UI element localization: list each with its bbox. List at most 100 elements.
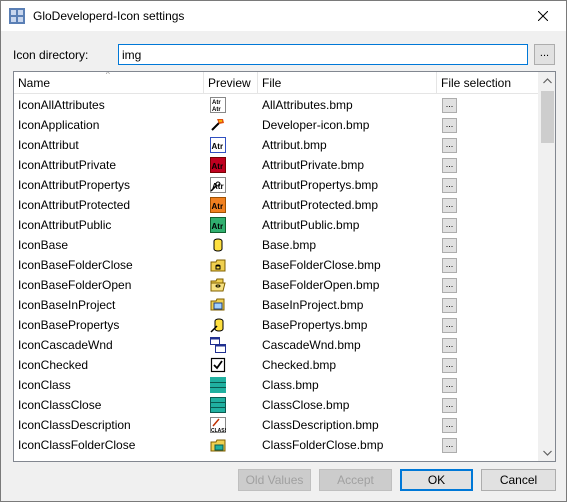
old-values-button[interactable]: Old Values [238,469,311,491]
browse-directory-button[interactable]: ... [534,44,555,65]
select-file-button[interactable]: ... [442,398,457,413]
row-file: BaseFolderOpen.bmp [262,278,380,292]
row-file-selection: ... [437,435,537,455]
row-name: IconAttribut [18,138,79,152]
table-row[interactable]: IconBasePropertys BasePropertys.bmp... [14,315,538,335]
row-file: AttributPropertys.bmp [262,178,379,192]
row-file-selection: ... [437,155,537,175]
table-row[interactable]: IconAttributPublic Atr AttributPublic.bmp.… [14,215,538,235]
table-row[interactable]: IconBaseFolderClose BaseFolderClose.bmp..… [14,255,538,275]
chevron-up-icon [543,77,552,83]
row-file: AttributPrivate.bmp [262,158,365,172]
row-file: BasePropertys.bmp [262,318,368,332]
row-name: IconAttributPublic [18,218,112,232]
base-properties-icon [210,317,226,333]
row-name: IconChecked [18,358,89,372]
select-file-button[interactable]: ... [442,138,457,153]
row-preview [204,395,258,415]
select-file-button[interactable]: ... [442,218,457,233]
table-row[interactable]: IconBase Base.bmp... [14,235,538,255]
row-name: IconCascadeWnd [18,338,113,352]
table-row[interactable]: IconCascadeWnd CascadeWnd.bmp... [14,335,538,355]
cancel-button[interactable]: Cancel [481,469,556,491]
row-file-selection: ... [437,295,537,315]
select-file-button[interactable]: ... [442,118,457,133]
table-row[interactable]: IconAttributProtected Atr AttributProtecte… [14,195,538,215]
column-header-file[interactable]: File [258,72,437,94]
scroll-up-button[interactable] [539,72,555,89]
select-file-button[interactable]: ... [442,318,457,333]
row-name: IconClass [18,378,71,392]
column-header-file-selection[interactable]: File selection [437,72,538,94]
table-row[interactable]: IconClassClose ClassClose.bmp... [14,395,538,415]
attribute-properties-icon: Atr [210,177,226,193]
select-file-button[interactable]: ... [442,178,457,193]
column-header-preview[interactable]: Preview [204,72,258,94]
row-file: Base.bmp [262,238,317,252]
row-name: IconBaseFolderOpen [18,278,132,292]
select-file-button[interactable]: ... [442,338,457,353]
icon-settings-dialog: GloDeveloperd-Icon settings Icon directo… [0,0,567,502]
row-file-selection: ... [437,235,537,255]
attribute-public-icon: Atr [210,217,226,233]
row-file: Checked.bmp [262,358,337,372]
select-file-button[interactable]: ... [442,378,457,393]
select-file-button[interactable]: ... [442,278,457,293]
row-name: IconClassDescription [18,418,131,432]
select-file-button[interactable]: ... [442,238,457,253]
table-row[interactable]: IconAttributPrivate Atr AttributPrivate.bm… [14,155,538,175]
select-file-button[interactable]: ... [442,358,457,373]
row-preview [204,235,258,255]
table-row[interactable]: IconClassFolderClose ClassFolderClose.bmp… [14,435,538,455]
svg-text:CLASS: CLASS [211,428,226,433]
table-row[interactable]: IconBaseInProject BaseInProject.bmp... [14,295,538,315]
row-preview [204,435,258,455]
table-row[interactable]: IconClassDescription CLASS ClassDescriptio… [14,415,538,435]
select-file-button[interactable]: ... [442,198,457,213]
close-button[interactable] [520,1,566,31]
scroll-thumb[interactable] [541,91,554,143]
table-row[interactable]: IconAttribut Atr Attribut.bmp... [14,135,538,155]
svg-text:Atr: Atr [212,202,224,211]
row-file-selection: ... [437,315,537,335]
ok-button[interactable]: OK [400,469,473,491]
select-file-button[interactable]: ... [442,258,457,273]
grid-header: Name ^ Preview File File selection [14,72,538,94]
sort-ascending-icon: ^ [106,71,110,79]
vertical-scrollbar[interactable] [538,72,555,461]
select-file-button[interactable]: ... [442,98,457,113]
row-name: IconAllAttributes [18,98,105,112]
row-file: BaseFolderClose.bmp [262,258,381,272]
row-preview [204,275,258,295]
table-row[interactable]: IconBaseFolderOpen BaseFolderOpen.bmp... [14,275,538,295]
accept-button[interactable]: Accept [319,469,392,491]
row-file-selection: ... [437,135,537,155]
row-file-selection: ... [437,355,537,375]
icon-directory-input[interactable] [118,44,528,65]
select-file-button[interactable]: ... [442,438,457,453]
window-title: GloDeveloperd-Icon settings [33,9,185,23]
row-file: ClassClose.bmp [262,398,350,412]
row-name: IconBaseInProject [18,298,116,312]
row-preview: CLASS [204,415,258,435]
base-icon [210,237,226,253]
row-file-selection: ... [437,195,537,215]
svg-text:Atr: Atr [212,107,221,113]
select-file-button[interactable]: ... [442,418,457,433]
column-header-name[interactable]: Name ^ [14,72,204,94]
table-row[interactable]: IconAllAttributes Atr Atr AllAttributes.bmp… [14,95,538,115]
class-close-icon [210,397,226,413]
svg-text:Atr: Atr [212,182,224,191]
table-row[interactable]: IconChecked Checked.bmp... [14,355,538,375]
table-row[interactable]: IconClass Class.bmp... [14,375,538,395]
app-icon [9,8,25,24]
select-file-button[interactable]: ... [442,158,457,173]
row-preview [204,295,258,315]
table-row[interactable]: IconApplication Developer-icon.bmp... [14,115,538,135]
chevron-down-icon [543,450,552,456]
row-name: IconAttributPrivate [18,158,117,172]
table-row[interactable]: IconAttributPropertys Atr AttributProperty… [14,175,538,195]
select-file-button[interactable]: ... [442,298,457,313]
close-icon [538,11,548,21]
scroll-down-button[interactable] [539,444,555,461]
